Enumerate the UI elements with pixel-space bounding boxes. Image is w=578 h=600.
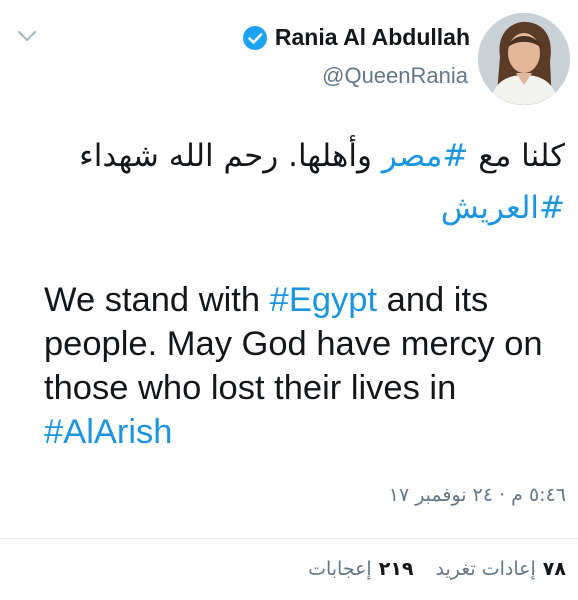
likes-label: إعجابات <box>308 558 372 580</box>
tweet-text-english: We stand with #Egypt and its people. May… <box>44 278 569 454</box>
tweet-timestamp[interactable]: ٥:٤٦ م · ٢٤ نوفمبر ١٧ <box>389 484 566 506</box>
author-display-name[interactable]: Rania Al Abdullah <box>275 24 470 51</box>
avatar[interactable] <box>478 13 570 105</box>
tweet-text-segment: وأهلها. رحم الله شهداء <box>79 138 382 174</box>
tweet-card: Rania Al Abdullah @QueenRania كلنا مع #م… <box>0 0 578 600</box>
hashtag-link[interactable]: #مصر <box>382 138 469 174</box>
hashtag-link[interactable]: #AlArish <box>44 413 172 451</box>
chevron-down-icon[interactable] <box>16 28 38 44</box>
tweet-stats: ٧٨ إعادات تغريد ٢١٩ إعجابات <box>286 558 566 580</box>
author-name-row[interactable]: Rania Al Abdullah <box>242 24 470 51</box>
hashtag-link[interactable]: #Egypt <box>270 281 377 319</box>
retweets-stat[interactable]: ٧٨ إعادات تغريد <box>436 558 566 580</box>
likes-count: ٢١٩ <box>378 558 414 580</box>
retweets-count: ٧٨ <box>542 558 566 580</box>
hashtag-link[interactable]: #العريش <box>441 190 565 226</box>
tweet-text-segment: We stand with <box>44 281 270 319</box>
tweet-text-arabic: كلنا مع #مصر وأهلها. رحم الله شهداء #الع… <box>10 130 565 234</box>
likes-stat[interactable]: ٢١٩ إعجابات <box>308 558 413 580</box>
tweet-text-segment: كلنا مع <box>468 138 565 174</box>
verified-badge-icon <box>242 25 268 51</box>
author-handle[interactable]: @QueenRania <box>322 63 468 89</box>
retweets-label: إعادات تغريد <box>435 558 536 580</box>
divider <box>0 538 578 539</box>
